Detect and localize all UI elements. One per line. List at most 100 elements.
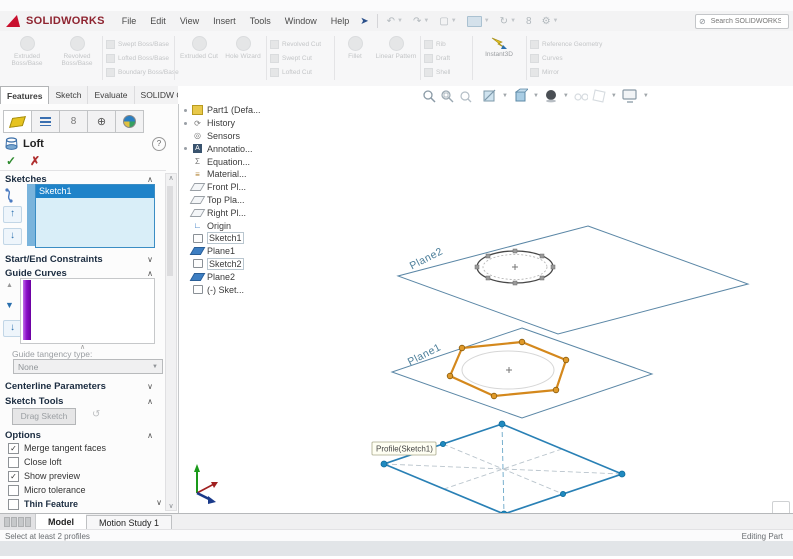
lofted-boss-button[interactable]: Lofted Boss/Base [106, 53, 169, 63]
graphics-viewport[interactable]: ▼ ▼ ▼ ▼ ▼ Plane2 Plane1 Profile(Sketch1)… [178, 86, 793, 513]
extruded-boss-button[interactable]: Extruded Boss/Base [4, 36, 50, 82]
scroll-down-icon[interactable]: ∨ [166, 502, 176, 510]
sketch1-hexagon[interactable] [448, 340, 568, 398]
close-loft-checkbox[interactable]: Close loft [8, 456, 62, 468]
tab-model[interactable]: Model [36, 514, 86, 530]
panel-scrollbar[interactable]: ∧ ∨ [165, 173, 177, 511]
property-manager-tab[interactable] [3, 110, 32, 133]
cancel-button[interactable]: ✗ [30, 154, 40, 168]
plane1-label[interactable]: Plane1 [406, 341, 443, 368]
hole-wizard-button[interactable]: Hole Wizard [222, 36, 264, 82]
tree-item-sketch3[interactable]: (-) Sket... [184, 283, 312, 296]
guide-curves-listbox[interactable] [20, 278, 155, 344]
reference-geometry-button[interactable]: Reference Geometry [530, 39, 602, 49]
tab-solidworks-addins[interactable]: SOLIDW Constraints [135, 86, 182, 104]
guide-up-icon[interactable]: ▲ [6, 282, 13, 289]
tree-item-sensors[interactable]: ◎ Sensors [184, 130, 312, 143]
options-button[interactable]: ⚙ ▼ [542, 16, 559, 27]
pin-menu-icon[interactable]: ➤ [360, 16, 368, 27]
extruded-cut-button[interactable]: Extruded Cut [178, 36, 220, 82]
boundary-boss-button[interactable]: Boundary Boss/Base [106, 67, 179, 77]
expand-dot[interactable] [184, 121, 187, 125]
expand-dot[interactable] [184, 147, 187, 151]
shell-button[interactable]: Shell [424, 67, 450, 77]
scrollbar-thumb[interactable] [167, 186, 173, 276]
tree-icon [40, 117, 51, 126]
menu-help[interactable]: Help [324, 16, 357, 26]
tab-features[interactable]: Features [0, 86, 50, 104]
plane1-icon [189, 247, 206, 256]
guide-tangency-dropdown[interactable]: None ▼ [13, 359, 163, 374]
menu-view[interactable]: View [173, 16, 206, 26]
centerline-parameters-header[interactable]: Centerline Parameters ∨ [0, 380, 169, 393]
menu-insert[interactable]: Insert [206, 16, 243, 26]
plane2-face[interactable] [396, 225, 750, 335]
guide-filter-icon[interactable]: ▼ [5, 300, 14, 310]
dimxpert-manager-tab[interactable]: ⊕ [87, 110, 116, 133]
tree-item-plane2[interactable]: Plane2 [184, 270, 312, 283]
tree-item-sketch2[interactable]: Sketch2 [184, 257, 312, 271]
move-profile-up-button[interactable]: ↑ [3, 206, 22, 223]
swept-cut-button[interactable]: Swept Cut [270, 53, 312, 63]
save-button[interactable]: ▢ ▼ [439, 16, 456, 27]
redo-button[interactable]: ↷ ▼ [413, 16, 429, 27]
pm-title: Loft [23, 137, 44, 150]
micro-tolerance-checkbox[interactable]: Micro tolerance [8, 484, 86, 496]
tree-item-right-plane[interactable]: Right Pl... [184, 206, 312, 219]
linear-pattern-button[interactable]: Linear Pattern [374, 36, 418, 82]
draft-button[interactable]: Draft [424, 53, 450, 63]
tree-item-material[interactable]: ≡ Material... [184, 168, 312, 181]
swept-boss-button[interactable]: Swept Boss/Base [106, 39, 169, 49]
instant3d-button[interactable]: Instant3D [476, 36, 522, 82]
profiles-listbox[interactable]: Sketch1 [35, 184, 155, 248]
fillet-button[interactable]: Fillet [338, 36, 372, 82]
tab-motion-study[interactable]: Motion Study 1 [86, 515, 173, 530]
menu-edit[interactable]: Edit [143, 16, 173, 26]
configuration-manager-tab[interactable]: 8 [59, 110, 88, 133]
profile-list-item[interactable]: Sketch1 [36, 185, 154, 198]
curves-button[interactable]: Curves [530, 53, 563, 63]
checkbox-icon [8, 498, 19, 510]
menu-tools[interactable]: Tools [243, 16, 278, 26]
tree-item-front-plane[interactable]: Front Pl... [184, 181, 312, 194]
tree-item-plane1[interactable]: Plane1 [184, 245, 312, 258]
rib-button[interactable]: Rib [424, 39, 446, 49]
options-header[interactable]: Options ∧ [0, 429, 169, 442]
lofted-cut-button[interactable]: Lofted Cut [270, 67, 312, 77]
file-properties-button[interactable]: 8 [526, 16, 532, 27]
display-manager-tab[interactable] [115, 110, 144, 133]
search-input[interactable] [708, 17, 783, 26]
revolved-boss-button[interactable]: Revolved Boss/Base [54, 36, 100, 82]
revolved-cut-button[interactable]: Revolved Cut [270, 39, 321, 49]
menu-window[interactable]: Window [278, 16, 324, 26]
tree-item-equations[interactable]: Σ Equation... [184, 155, 312, 168]
tree-item-sketch1[interactable]: Sketch1 [184, 232, 312, 245]
undo-sketch-icon[interactable]: ↺ [92, 409, 100, 420]
rebuild-button[interactable]: ↻ ▼ [500, 16, 516, 27]
tree-item-history[interactable]: ⟳ History [184, 117, 312, 130]
merge-tangent-faces-checkbox[interactable]: ✓ Merge tangent faces [8, 442, 106, 454]
print-button[interactable]: ▼ [466, 15, 490, 27]
expand-dot[interactable] [184, 108, 187, 112]
undo-button[interactable]: ↶ ▼ [387, 16, 403, 27]
feature-manager-tab[interactable] [31, 110, 60, 133]
tab-evaluate[interactable]: Evaluate [88, 86, 135, 104]
tree-item-annotations[interactable]: A Annotatio... [184, 142, 312, 155]
drag-sketch-button[interactable]: Drag Sketch [12, 408, 76, 425]
scroll-up-icon[interactable]: ∧ [166, 174, 176, 182]
thin-feature-checkbox[interactable]: Thin Feature [8, 498, 78, 510]
mirror-button[interactable]: Mirror [530, 67, 559, 77]
tree-item-top-plane[interactable]: Top Pla... [184, 194, 312, 207]
start-end-constraints-header[interactable]: Start/End Constraints ∨ [0, 253, 169, 266]
search-box[interactable]: ⊘ [695, 14, 789, 29]
menu-file[interactable]: File [115, 16, 144, 26]
chevron-down-icon[interactable]: ∨ [156, 498, 162, 507]
tree-root[interactable]: Part1 (Defa... [184, 104, 312, 117]
move-profile-down-button[interactable]: ↓ [3, 228, 22, 245]
sketch-tools-header[interactable]: Sketch Tools ∧ [0, 395, 169, 408]
ok-button[interactable]: ✓ [6, 154, 16, 168]
help-button[interactable]: ? [152, 137, 166, 151]
show-preview-checkbox[interactable]: ✓ Show preview [8, 470, 80, 482]
tab-sketch[interactable]: Sketch [49, 86, 89, 104]
tree-item-origin[interactable]: ∟ Origin [184, 219, 312, 232]
